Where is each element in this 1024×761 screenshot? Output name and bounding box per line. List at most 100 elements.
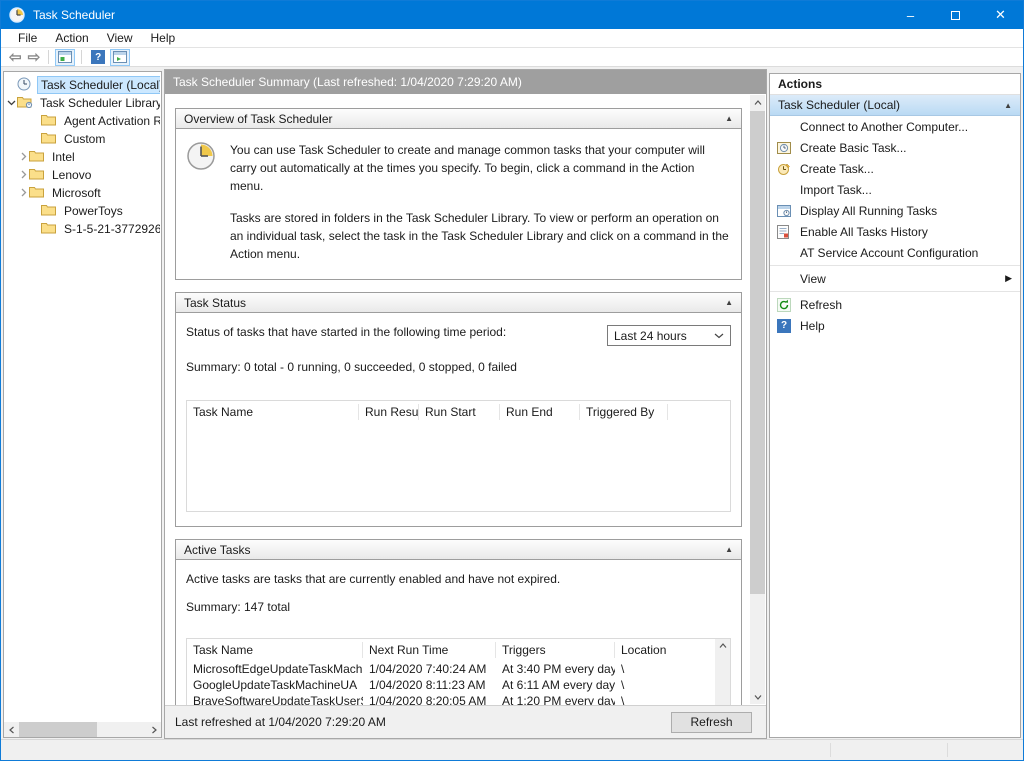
task-status-summary: Summary: 0 total - 0 running, 0 succeede… [186,360,731,374]
tree-item-lenovo[interactable]: Lenovo [5,166,160,184]
column-header-run-result[interactable]: Run Result [359,404,419,420]
help-icon: ? [91,50,105,64]
overview-header-label: Overview of Task Scheduler [184,112,333,126]
time-period-dropdown[interactable]: Last 24 hours [607,325,731,346]
scrollbar-thumb[interactable] [750,111,765,594]
action-create-basic-task[interactable]: Create Basic Task... [770,137,1020,158]
toolbar-separator [81,50,82,64]
action-at-service-account-configuration[interactable]: AT Service Account Configuration [770,242,1020,263]
task-status-table-header: Task Name Run Result Run Start Run End T… [187,401,730,423]
table-row[interactable]: GoogleUpdateTaskMachineUA 1/04/2020 8:11… [187,677,715,693]
collapse-icon[interactable]: ▲ [725,298,733,307]
action-display-all-running-tasks[interactable]: Display All Running Tasks [770,200,1020,221]
actions-panel: Actions Task Scheduler (Local) ▲ Connect… [769,73,1021,738]
actions-separator [770,265,1020,266]
menu-help[interactable]: Help [142,31,185,45]
tree-item-powertoys[interactable]: PowerToys [5,202,160,220]
summary-vertical-scrollbar[interactable] [750,95,765,704]
chevron-right-icon[interactable] [17,168,29,182]
active-tasks-rows: MicrosoftEdgeUpdateTaskMachine... 1/04/2… [187,661,715,705]
tree-item-microsoft[interactable]: Microsoft [5,184,160,202]
action-create-task[interactable]: Create Task... [770,158,1020,179]
scroll-down-icon[interactable] [750,689,765,704]
action-enable-all-tasks-history[interactable]: Enable All Tasks History [770,221,1020,242]
tree-item-label: Microsoft [49,185,104,201]
action-view[interactable]: View ▶ [770,268,1020,289]
overview-section-header[interactable]: Overview of Task Scheduler ▲ [176,109,741,129]
running-tasks-icon [777,205,793,217]
tasks-history-icon [777,225,793,239]
statusbar-divider [947,743,948,757]
summary-panel-body: Overview of Task Scheduler ▲ You can use [165,94,750,705]
close-button[interactable]: ✕ [978,1,1023,29]
clock-icon [17,77,33,94]
column-header-run-start[interactable]: Run Start [419,404,500,420]
column-header-task-name[interactable]: Task Name [187,642,363,658]
library-folder-icon [17,95,33,111]
table-row[interactable]: BraveSoftwareUpdateTaskUserS-1-... 1/04/… [187,693,715,705]
tree-item-custom[interactable]: Custom [5,130,160,148]
active-tasks-section-header[interactable]: Active Tasks ▲ [176,540,741,560]
column-header-run-end[interactable]: Run End [500,404,580,420]
console-tree-icon [58,51,72,63]
folder-icon [29,168,45,183]
tree-item-label: Custom [61,131,108,147]
action-pane-icon [113,51,127,63]
tree-item-intel[interactable]: Intel [5,148,160,166]
show-console-tree-button[interactable] [55,49,75,66]
menu-action[interactable]: Action [46,31,97,45]
submenu-arrow-icon: ▶ [1005,273,1012,284]
active-tasks-description: Active tasks are tasks that are currentl… [186,572,731,586]
menu-bar: File Action View Help [1,29,1023,48]
collapse-icon[interactable]: ▲ [725,114,733,123]
chevron-right-icon[interactable] [17,186,29,200]
status-bar [1,739,1023,760]
task-status-header-label: Task Status [184,296,246,310]
action-connect-to-another-computer[interactable]: Connect to Another Computer... [770,116,1020,137]
action-import-task[interactable]: Import Task... [770,179,1020,200]
overview-paragraph-1: You can use Task Scheduler to create and… [230,141,729,195]
help-button[interactable]: ? [88,49,108,66]
back-arrow-icon[interactable]: ⇦ [7,50,24,65]
chevron-right-icon[interactable] [17,150,29,164]
tree-item-sid-folder[interactable]: S-1-5-21-3772926790- [5,220,160,238]
overview-paragraph-2: Tasks are stored in folders in the Task … [230,209,729,263]
column-header-location[interactable]: Location [615,642,715,658]
tree-item-task-scheduler-local[interactable]: Task Scheduler (Local) [5,76,160,94]
clock-app-icon [9,7,25,23]
forward-arrow-icon[interactable]: ⇨ [26,50,43,65]
show-action-pane-button[interactable] [110,49,130,66]
create-basic-task-icon [777,141,793,155]
refresh-button[interactable]: Refresh [671,712,752,733]
actions-group-header[interactable]: Task Scheduler (Local) ▲ [770,95,1020,116]
chevron-down-icon[interactable] [5,96,17,110]
collapse-icon[interactable]: ▲ [1004,101,1012,110]
maximize-icon [951,11,960,20]
column-header-triggers[interactable]: Triggers [496,642,615,658]
table-row[interactable]: MicrosoftEdgeUpdateTaskMachine... 1/04/2… [187,661,715,677]
tree-item-task-scheduler-library[interactable]: Task Scheduler Library [5,94,160,112]
tree-item-agent-activation[interactable]: Agent Activation Runt [5,112,160,130]
tree-horizontal-scrollbar[interactable] [4,722,161,737]
scroll-left-icon[interactable] [4,722,19,737]
active-tasks-vertical-scrollbar[interactable] [715,639,730,705]
column-header-next-run-time[interactable]: Next Run Time [363,642,496,658]
column-header-triggered-by[interactable]: Triggered By [580,404,668,420]
scroll-right-icon[interactable] [146,722,161,737]
task-status-section-header[interactable]: Task Status ▲ [176,293,741,313]
console-tree-panel: Task Scheduler (Local) Task Scheduler Li… [3,71,162,738]
collapse-icon[interactable]: ▲ [725,545,733,554]
summary-panel-title: Task Scheduler Summary (Last refreshed: … [165,70,766,94]
action-refresh[interactable]: Refresh [770,294,1020,315]
maximize-button[interactable] [933,1,978,29]
menu-file[interactable]: File [9,31,46,45]
minimize-button[interactable]: – [888,1,933,29]
scrollbar-thumb[interactable] [19,722,97,737]
time-period-value: Last 24 hours [614,329,687,343]
tree-item-label: Task Scheduler Library [37,95,160,111]
action-help[interactable]: ? Help [770,315,1020,336]
scroll-up-icon[interactable] [750,95,765,110]
column-header-task-name[interactable]: Task Name [187,404,359,420]
scroll-up-icon[interactable] [715,639,730,653]
menu-view[interactable]: View [98,31,142,45]
